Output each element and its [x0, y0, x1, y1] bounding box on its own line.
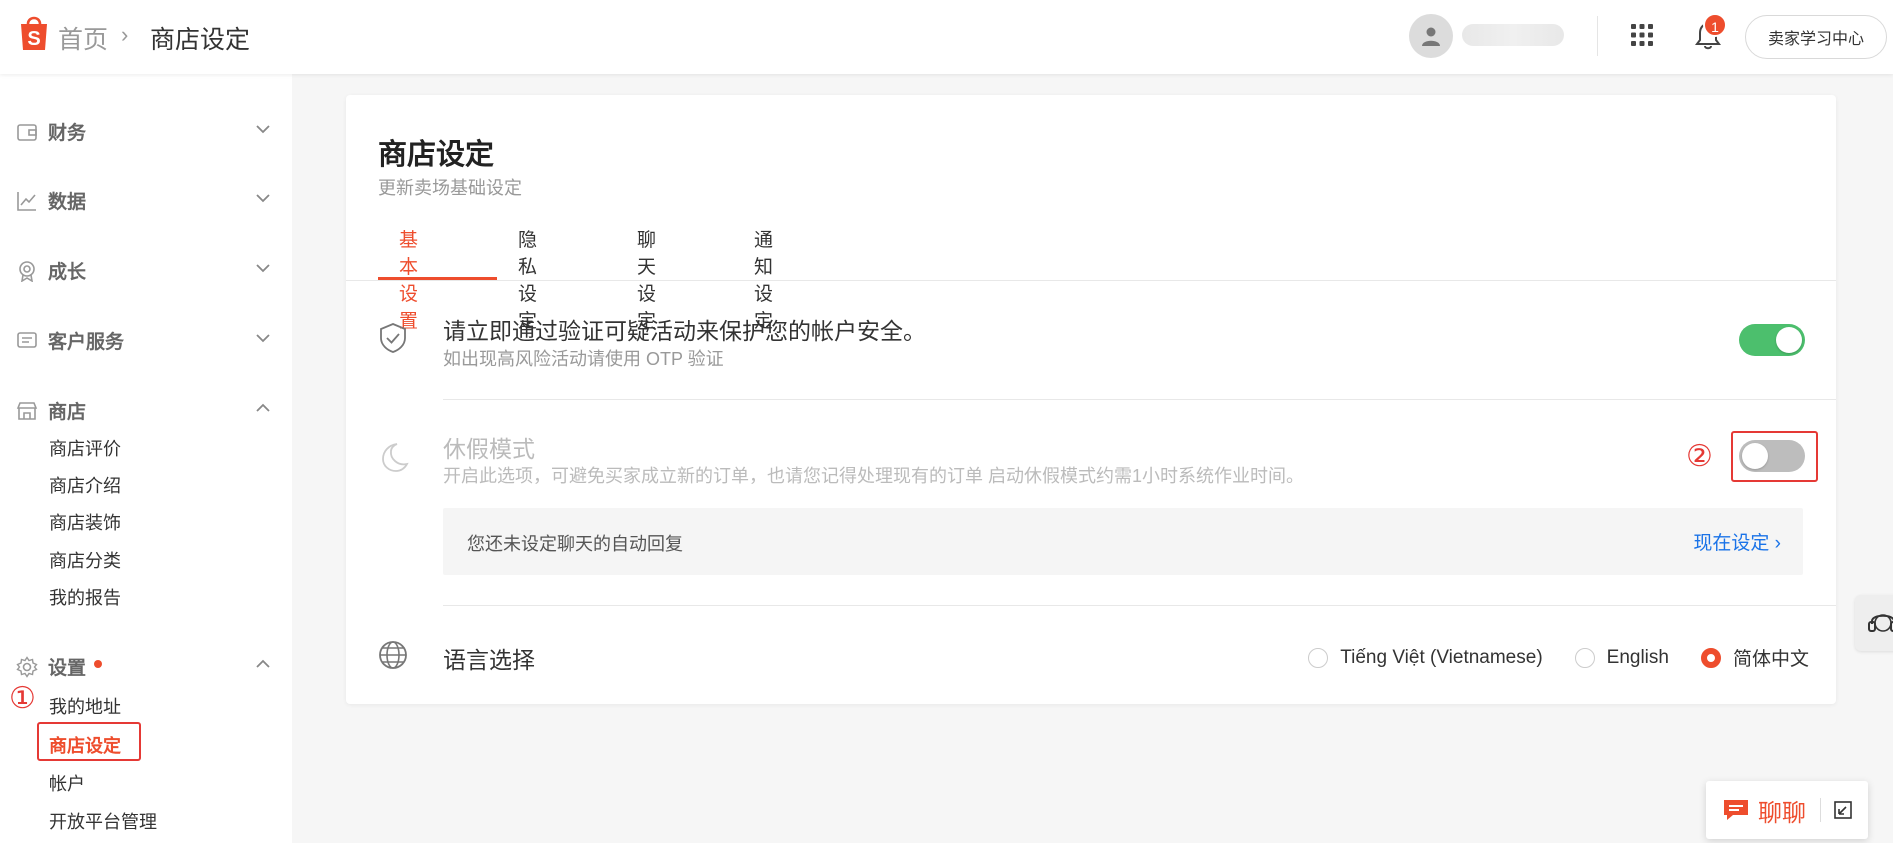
message-icon — [17, 331, 37, 348]
auto-reply-notice: 您还未设定聊天的自动回复 现在设定 › — [443, 508, 1803, 575]
chevron-up-icon — [256, 659, 270, 668]
row-divider — [443, 399, 1836, 400]
radio-label: Tiếng Việt (Vietnamese) — [1340, 646, 1543, 668]
chevron-up-icon — [256, 403, 270, 412]
language-radio-group: Tiếng Việt (Vietnamese) English 简体中文 — [1276, 644, 1809, 671]
chevron-down-icon — [256, 194, 270, 203]
chat-label: 聊聊 — [1758, 799, 1806, 827]
language-option-english[interactable]: English — [1574, 646, 1669, 669]
sidebar-item-shop-categories[interactable]: 商店分类 — [49, 547, 121, 573]
security-otp-toggle[interactable] — [1739, 324, 1805, 356]
settings-notification-dot — [94, 659, 103, 668]
page-title: 商店设定 — [378, 139, 495, 171]
moon-icon — [382, 443, 409, 472]
chat-divider — [1820, 798, 1821, 822]
gear-icon — [16, 655, 38, 678]
minimize-icon[interactable] — [1833, 800, 1853, 820]
shopee-logo-icon[interactable]: S — [17, 12, 51, 52]
sidebar-group-shop[interactable]: 商店 — [16, 397, 272, 424]
tab-basic-settings[interactable]: 基本设置 — [399, 225, 418, 332]
shop-settings-card: 商店设定 更新卖场基础设定 基本设置 隐私设定 聊天设定 通知设定 请立即通过验… — [346, 95, 1836, 704]
sidebar-group-label: 设置 — [48, 658, 87, 679]
chat-widget[interactable]: 聊聊 — [1706, 781, 1868, 839]
language-option-vietnamese[interactable]: Tiếng Việt (Vietnamese) — [1308, 646, 1543, 669]
radio-button[interactable] — [1574, 647, 1595, 668]
breadcrumb-separator: › — [121, 22, 129, 47]
radio-button-selected[interactable] — [1700, 647, 1721, 668]
security-title: 请立即通过验证可疑活动来保护您的帐户安全。 — [443, 318, 926, 344]
customer-support-button[interactable] — [1855, 595, 1893, 651]
shield-check-icon — [380, 323, 406, 353]
apps-grid-icon[interactable] — [1630, 23, 1654, 47]
sidebar-item-shop-decoration[interactable]: 商店装饰 — [49, 509, 121, 535]
tab-notification-settings[interactable]: 通知设定 — [754, 225, 773, 332]
sidebar-group-finance[interactable]: 财务 — [16, 118, 272, 145]
language-option-simplified-chinese[interactable]: 简体中文 — [1700, 644, 1809, 671]
radio-label: English — [1606, 646, 1669, 668]
breadcrumb-current: 商店设定 — [150, 26, 251, 54]
annotation-step-2: ② — [1686, 440, 1713, 473]
vacation-mode-description: 开启此选项，可避免买家成立新的订单，也请您记得处理现有的订单 启动休假模式约需1… — [443, 466, 1305, 486]
toggle-knob — [1776, 327, 1802, 353]
sidebar-item-shop-intro[interactable]: 商店介绍 — [49, 472, 121, 498]
header-divider — [1597, 16, 1598, 56]
breadcrumb-home[interactable]: 首页 — [58, 20, 108, 56]
user-name-blurred[interactable] — [1462, 24, 1564, 46]
auto-reply-text: 您还未设定聊天的自动回复 — [467, 534, 683, 554]
chevron-down-icon — [256, 334, 270, 343]
sidebar-group-label: 数据 — [48, 192, 87, 213]
sidebar-item-account[interactable]: 帐户 — [49, 770, 85, 796]
annotation-highlight-shop-settings — [37, 722, 141, 761]
logo-letter: S — [27, 28, 40, 50]
sidebar-group-settings[interactable]: 设置 — [16, 653, 272, 680]
chevron-down-icon — [256, 264, 270, 273]
sidebar-item-open-platform[interactable]: 开放平台管理 — [49, 808, 157, 834]
tabs-divider — [346, 280, 1836, 281]
globe-icon — [379, 641, 407, 669]
sidebar-group-data[interactable]: 数据 — [16, 187, 272, 214]
security-description: 如出现高风险活动请使用 OTP 验证 — [443, 349, 724, 369]
sidebar-item-my-reports[interactable]: 我的报告 — [49, 584, 121, 610]
sidebar-group-label: 商店 — [48, 402, 87, 423]
page-subtitle: 更新卖场基础设定 — [378, 178, 522, 198]
user-icon — [1422, 27, 1440, 46]
set-now-link[interactable]: 现在设定 › — [1693, 528, 1781, 555]
sidebar: 财务 数据 成长 客户服务 商店 商店评价 商店介绍 商店装饰 商店分类 我的报… — [0, 74, 292, 843]
tab-chat-settings[interactable]: 聊天设定 — [637, 225, 656, 332]
chevron-down-icon — [256, 125, 270, 134]
chart-icon — [17, 191, 36, 211]
avatar[interactable] — [1409, 14, 1453, 58]
sidebar-group-label: 成长 — [48, 262, 87, 283]
radio-label: 简体中文 — [1732, 649, 1809, 670]
sidebar-group-label: 客户服务 — [48, 332, 125, 353]
award-icon — [19, 260, 35, 282]
sidebar-group-label: 财务 — [48, 123, 87, 144]
sidebar-item-my-address[interactable]: 我的地址 — [49, 693, 121, 719]
headset-icon — [1868, 614, 1893, 632]
radio-button[interactable] — [1308, 647, 1329, 668]
toggle-knob — [1742, 443, 1768, 469]
sidebar-item-shop-reviews[interactable]: 商店评价 — [49, 435, 121, 461]
annotation-step-1: ① — [9, 682, 36, 715]
sidebar-group-customer-service[interactable]: 客户服务 — [16, 327, 272, 354]
vacation-mode-title: 休假模式 — [443, 436, 535, 462]
row-divider — [443, 605, 1836, 606]
vacation-mode-toggle[interactable] — [1739, 440, 1805, 472]
language-title: 语言选择 — [443, 647, 535, 673]
sidebar-group-growth[interactable]: 成长 — [16, 257, 272, 284]
notification-badge: 1 — [1703, 13, 1727, 37]
top-bar: S 首页 › 商店设定 1 卖家学习中心 — [0, 0, 1893, 74]
tab-privacy-settings[interactable]: 隐私设定 — [518, 225, 537, 332]
store-icon — [16, 401, 38, 420]
wallet-icon — [17, 123, 37, 141]
chat-bubble-icon — [1724, 800, 1748, 820]
seller-learning-center-button[interactable]: 卖家学习中心 — [1745, 15, 1887, 59]
